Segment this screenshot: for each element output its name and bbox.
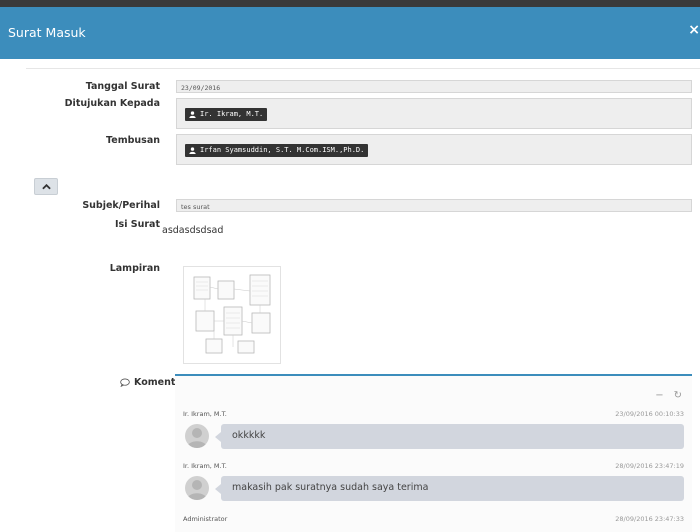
- collapse-button[interactable]: [34, 178, 58, 195]
- user-icon: [189, 111, 196, 118]
- tanggal-surat-label: Tanggal Surat: [85, 81, 160, 92]
- tanggal-surat-value: 23/09/2016: [181, 84, 221, 92]
- close-icon[interactable]: ×: [688, 22, 700, 38]
- chevron-up-icon: [41, 183, 51, 189]
- comment-author: Ir. Ikram, M.T.: [183, 462, 227, 470]
- modal-header: Surat Masuk ×: [0, 7, 700, 59]
- isi-surat-value: asdasdsdsad: [162, 225, 224, 236]
- attachment-thumbnail[interactable]: [183, 266, 281, 364]
- recipient-name: Ir. Ikram, M.T.: [200, 110, 264, 118]
- recipient-chip: Ir. Ikram, M.T.: [185, 108, 268, 121]
- tembusan-chip: Irfan Syamsuddin, S.T. M.Com.ISM.,Ph.D.: [185, 144, 369, 157]
- tembusan-label: Tembusan: [106, 135, 160, 146]
- subjek-perihal-label: Subjek/Perihal: [82, 200, 160, 211]
- minus-icon[interactable]: −: [655, 390, 663, 401]
- refresh-icon[interactable]: ↻: [674, 390, 682, 401]
- avatar: [185, 424, 209, 448]
- chat-bubble-icon: [120, 378, 130, 387]
- header-divider: [26, 68, 700, 69]
- subjek-perihal-value: tes surat: [181, 203, 210, 211]
- attachment-preview: [193, 274, 271, 354]
- comment-box: − ↻ Ir. Ikram, M.T. 23/09/2016 00:10:33 …: [175, 374, 692, 532]
- ditujukan-kepada-label: Ditujukan Kepada: [64, 98, 160, 109]
- comment-tools: − ↻: [655, 390, 682, 401]
- ditujukan-kepada-field: Ir. Ikram, M.T.: [176, 98, 692, 129]
- comment-time: 23/09/2016 00:10:33: [615, 410, 684, 418]
- tembusan-name: Irfan Syamsuddin, S.T. M.Com.ISM.,Ph.D.: [200, 146, 365, 154]
- top-strip: [0, 0, 700, 7]
- comment-time: 28/09/2016 23:47:33: [615, 515, 684, 523]
- comment-text: makasih pak suratnya sudah saya terima: [232, 482, 429, 493]
- subjek-perihal-field: tes surat: [176, 199, 692, 212]
- avatar: [185, 476, 209, 500]
- comment-author: Ir. Ikram, M.T.: [183, 410, 227, 418]
- comment-bubble: makasih pak suratnya sudah saya terima: [215, 476, 684, 501]
- comment-author: Administrator: [183, 515, 228, 523]
- tembusan-field: Irfan Syamsuddin, S.T. M.Com.ISM.,Ph.D.: [176, 134, 692, 165]
- comment-time: 28/09/2016 23:47:19: [615, 462, 684, 470]
- lampiran-label: Lampiran: [109, 263, 160, 274]
- tanggal-surat-field: 23/09/2016: [176, 80, 692, 93]
- user-icon: [189, 147, 196, 154]
- comment-text: okkkkk: [232, 430, 266, 441]
- comment-bubble: okkkkk: [215, 424, 684, 449]
- isi-surat-label: Isi Surat: [115, 219, 160, 230]
- modal-title: Surat Masuk: [8, 25, 86, 40]
